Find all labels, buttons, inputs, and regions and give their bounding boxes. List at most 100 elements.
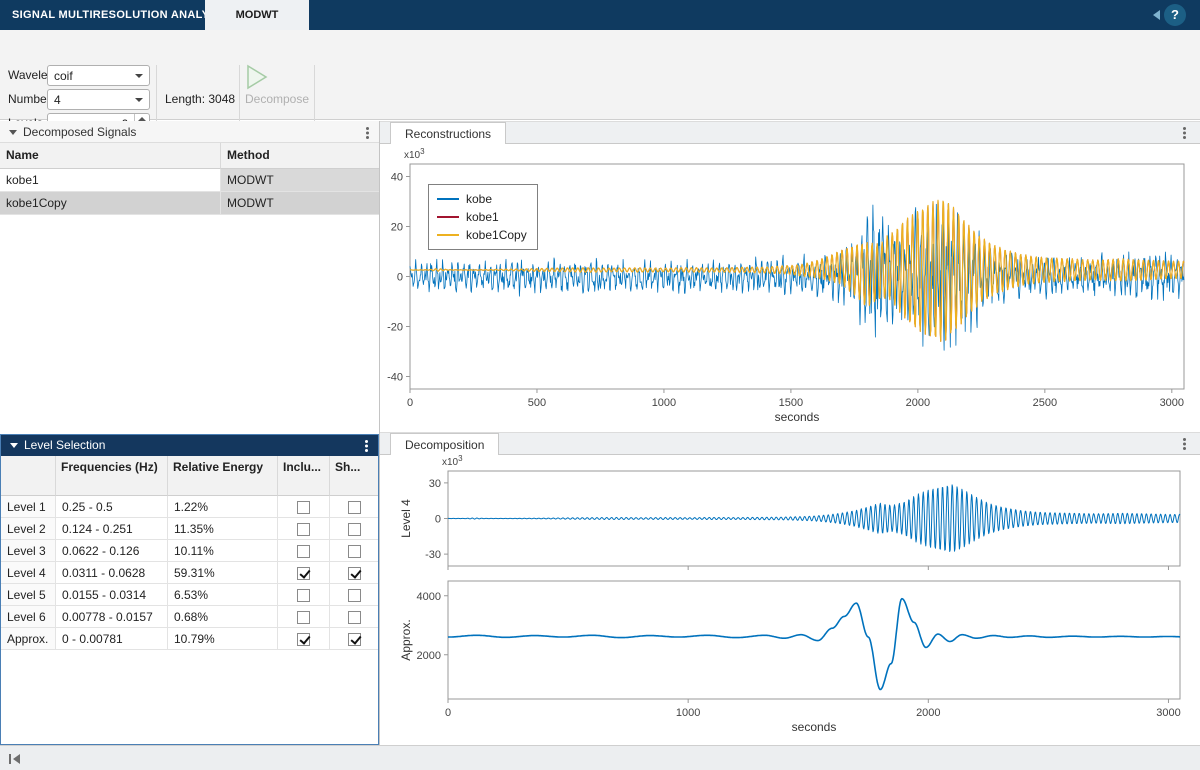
level-show-cell bbox=[330, 562, 378, 584]
x-tick-label: 0 bbox=[445, 707, 451, 719]
level-row[interactable]: Approx.0 - 0.0078110.79% bbox=[1, 628, 378, 650]
x-tick-label: 2500 bbox=[1033, 397, 1057, 409]
level-include-cell bbox=[278, 584, 330, 606]
signal-name: kobe1 bbox=[0, 169, 221, 192]
legend-label: kobe1 bbox=[466, 210, 499, 224]
level-row[interactable]: Level 10.25 - 0.51.22% bbox=[1, 496, 378, 518]
decomposed-signals-rows: kobe1MODWTkobe1CopyMODWT bbox=[0, 169, 379, 215]
level-row[interactable]: Level 40.0311 - 0.062859.31% bbox=[1, 562, 378, 584]
level-label: Level 3 bbox=[1, 540, 56, 562]
reconstructions-tabstrip: Reconstructions bbox=[380, 121, 1200, 144]
x-tick-label: 1000 bbox=[676, 707, 700, 719]
level-row[interactable]: Level 30.0622 - 0.12610.11% bbox=[1, 540, 378, 562]
level-frequency: 0.0155 - 0.0314 bbox=[56, 584, 168, 606]
collapse-panel-icon[interactable] bbox=[9, 130, 17, 135]
y-axis-label: Level 4 bbox=[399, 499, 413, 538]
level-include-cell bbox=[278, 540, 330, 562]
show-checkbox[interactable] bbox=[348, 501, 361, 514]
include-checkbox[interactable] bbox=[297, 589, 310, 602]
y-tick-label: 40 bbox=[391, 172, 403, 184]
show-checkbox[interactable] bbox=[348, 611, 361, 624]
column-header-frequencies[interactable]: Frequencies (Hz) bbox=[56, 456, 168, 496]
level-frequency: 0.0311 - 0.0628 bbox=[56, 562, 168, 584]
legend-line-sample bbox=[437, 198, 459, 200]
statusbar bbox=[0, 745, 1200, 770]
signal-row[interactable]: kobe1CopyMODWT bbox=[0, 192, 379, 215]
signal-row[interactable]: kobe1MODWT bbox=[0, 169, 379, 192]
level-row[interactable]: Level 20.124 - 0.25111.35% bbox=[1, 518, 378, 540]
level-row[interactable]: Level 60.00778 - 0.01570.68% bbox=[1, 606, 378, 628]
number-label: Number bbox=[8, 92, 51, 106]
wavelet-dropdown[interactable]: coif bbox=[47, 65, 150, 86]
plot-menu-icon[interactable] bbox=[1183, 438, 1186, 441]
x-axis-label: seconds bbox=[792, 720, 837, 734]
panel-menu-icon[interactable] bbox=[365, 440, 368, 443]
y-axis-label: Approx. bbox=[399, 619, 413, 660]
show-checkbox[interactable] bbox=[348, 589, 361, 602]
decomposed-signals-title: Decomposed Signals bbox=[23, 125, 136, 139]
include-checkbox[interactable] bbox=[297, 633, 310, 646]
level-show-cell bbox=[330, 628, 378, 650]
legend[interactable]: kobe kobe1 kobe1Copy bbox=[428, 184, 538, 250]
legend-entry[interactable]: kobe1Copy bbox=[437, 226, 527, 244]
level-include-cell bbox=[278, 562, 330, 584]
y-tick-label: 4000 bbox=[417, 591, 441, 603]
show-checkbox[interactable] bbox=[348, 567, 361, 580]
column-header-relative-energy[interactable]: Relative Energy bbox=[168, 456, 278, 496]
include-checkbox[interactable] bbox=[297, 545, 310, 558]
include-checkbox[interactable] bbox=[297, 611, 310, 624]
include-checkbox[interactable] bbox=[297, 523, 310, 536]
show-checkbox[interactable] bbox=[348, 545, 361, 558]
signal-name: kobe1Copy bbox=[0, 192, 221, 215]
show-checkbox[interactable] bbox=[348, 523, 361, 536]
decomposed-signals-table-header: Name Method bbox=[0, 143, 379, 169]
decompose-button-label: Decompose bbox=[242, 92, 312, 106]
legend-line-sample bbox=[437, 216, 459, 218]
number-dropdown[interactable]: 4 bbox=[47, 89, 150, 110]
plot-menu-icon[interactable] bbox=[1183, 127, 1186, 130]
tab-decomposition[interactable]: Decomposition bbox=[390, 433, 499, 456]
level-energy: 0.68% bbox=[168, 606, 278, 628]
include-checkbox[interactable] bbox=[297, 501, 310, 514]
legend-label: kobe1Copy bbox=[466, 228, 527, 242]
reconstructions-plot: 40200-20-40050010001500200025003000secon… bbox=[380, 144, 1200, 432]
signal-multiresolution-analyzer-window: SIGNAL MULTIRESOLUTION ANALYZER MODWT ? … bbox=[0, 0, 1200, 770]
level-selection-panel: Level Selection Frequencies (Hz) Relativ… bbox=[0, 434, 379, 745]
include-checkbox[interactable] bbox=[297, 567, 310, 580]
collapse-left-panel-icon[interactable] bbox=[9, 754, 21, 764]
level-selection-title: Level Selection bbox=[24, 438, 105, 452]
collapse-panel-icon[interactable] bbox=[10, 443, 18, 448]
level-energy: 59.31% bbox=[168, 562, 278, 584]
level-label: Level 4 bbox=[1, 562, 56, 584]
tab-reconstructions[interactable]: Reconstructions bbox=[390, 122, 506, 145]
level-selection-header[interactable]: Level Selection bbox=[1, 435, 378, 456]
y-tick-label: 30 bbox=[429, 478, 441, 490]
legend-entry[interactable]: kobe bbox=[437, 190, 527, 208]
y-tick-label: -30 bbox=[425, 549, 441, 561]
x-tick-label: 3000 bbox=[1156, 707, 1180, 719]
column-header-name[interactable]: Name bbox=[0, 143, 221, 169]
decomposed-signals-header[interactable]: Decomposed Signals bbox=[0, 121, 379, 143]
legend-label: kobe bbox=[466, 192, 492, 206]
level-row[interactable]: Level 50.0155 - 0.03146.53% bbox=[1, 584, 378, 606]
x-tick-label: 500 bbox=[528, 397, 546, 409]
y-tick-label: 2000 bbox=[417, 650, 441, 662]
column-header-method[interactable]: Method bbox=[221, 143, 379, 169]
y-tick-label: 0 bbox=[435, 514, 441, 526]
signal-method: MODWT bbox=[221, 192, 379, 215]
level-show-cell bbox=[330, 496, 378, 518]
x-tick-label: 2000 bbox=[906, 397, 930, 409]
level-label: Approx. bbox=[1, 628, 56, 650]
column-header-include[interactable]: Inclu... bbox=[278, 456, 330, 496]
panel-menu-icon[interactable] bbox=[366, 127, 369, 130]
show-checkbox[interactable] bbox=[348, 633, 361, 646]
level-frequency: 0.25 - 0.5 bbox=[56, 496, 168, 518]
column-header-show[interactable]: Sh... bbox=[330, 456, 378, 496]
level-energy: 1.22% bbox=[168, 496, 278, 518]
help-button[interactable]: ? bbox=[1164, 4, 1186, 26]
decompose-button[interactable]: Decompose bbox=[242, 64, 312, 126]
level-show-cell bbox=[330, 606, 378, 628]
x-axis-label: seconds bbox=[775, 410, 820, 424]
legend-entry[interactable]: kobe1 bbox=[437, 208, 527, 226]
tab-modwt[interactable]: MODWT bbox=[205, 0, 309, 30]
